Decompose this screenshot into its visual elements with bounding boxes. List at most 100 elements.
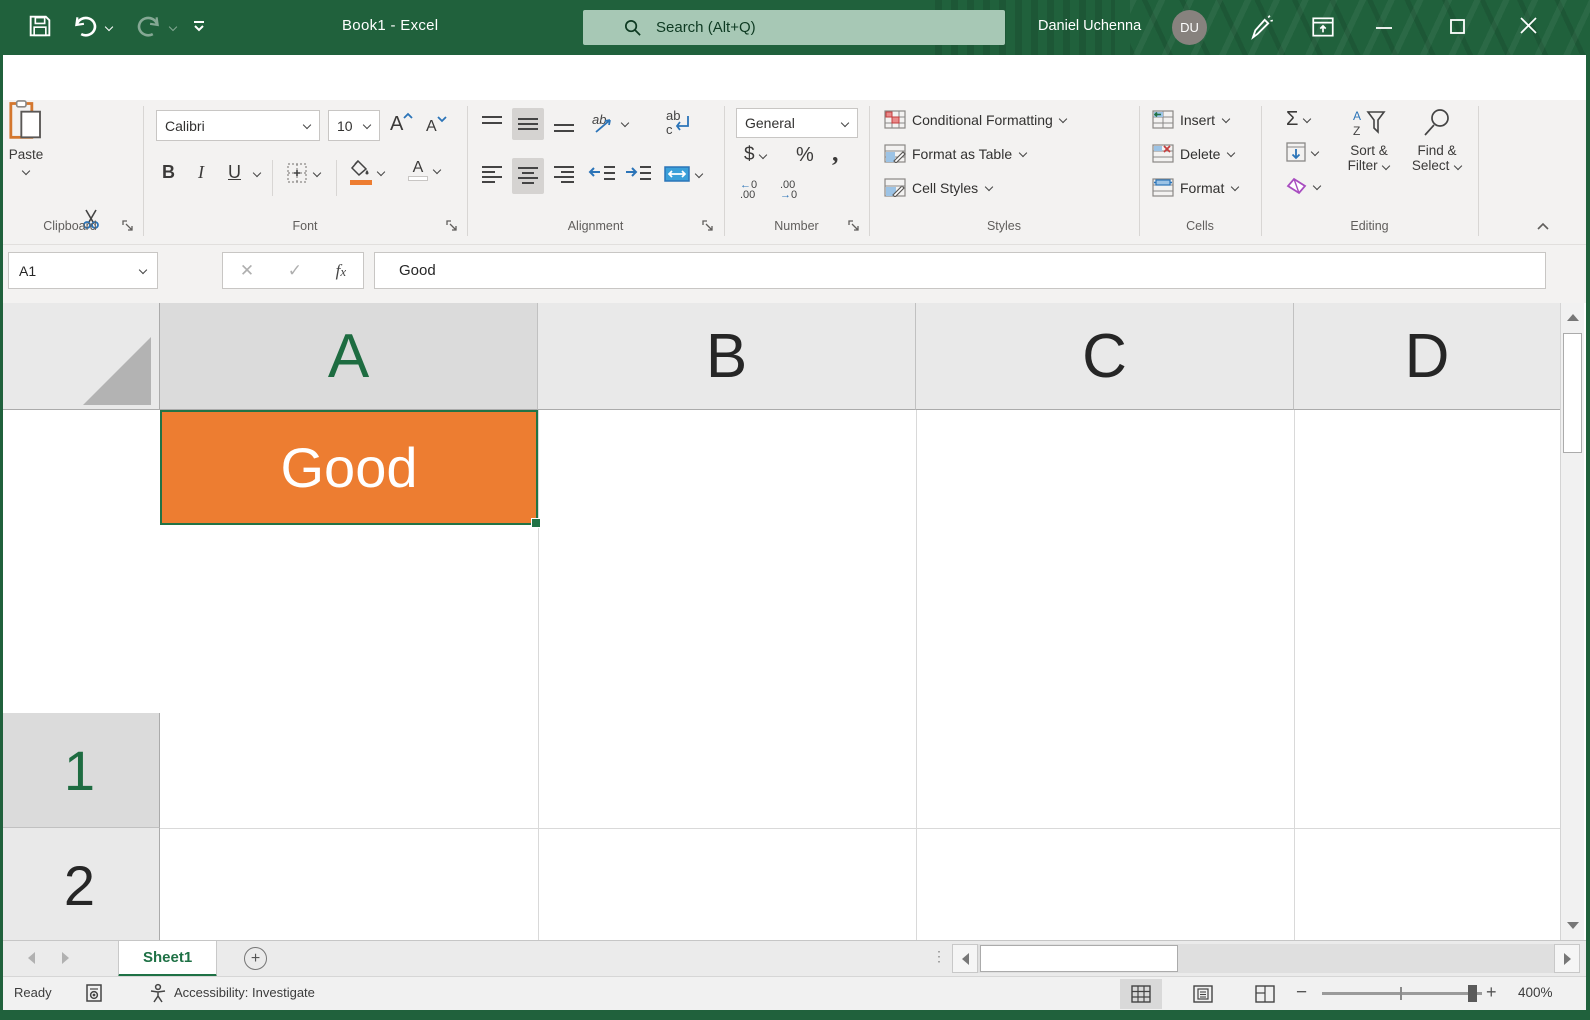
fill-button[interactable] bbox=[1286, 142, 1319, 162]
borders-button[interactable] bbox=[286, 162, 321, 184]
sheet-nav-next-button[interactable] bbox=[62, 952, 69, 964]
bold-button[interactable]: B bbox=[162, 162, 175, 183]
macro-record-button[interactable] bbox=[84, 983, 104, 1008]
font-name-combo[interactable]: Calibri bbox=[156, 110, 320, 141]
delete-cells-button[interactable]: Delete bbox=[1152, 144, 1235, 163]
decrease-indent-button[interactable] bbox=[588, 164, 616, 191]
user-name[interactable]: Daniel Uchenna bbox=[1038, 18, 1141, 34]
row-header-2[interactable]: 2 bbox=[0, 828, 160, 940]
column-header-a[interactable]: A bbox=[160, 303, 538, 410]
font-size-combo[interactable]: 10 bbox=[328, 110, 380, 141]
scroll-left-button[interactable] bbox=[952, 944, 978, 973]
increase-decimal-button[interactable]: ←0.00 bbox=[740, 180, 757, 200]
name-box[interactable]: A1 bbox=[8, 252, 158, 289]
underline-button[interactable]: U bbox=[228, 162, 241, 183]
scroll-down-button[interactable] bbox=[1562, 911, 1584, 939]
horizontal-scrollbar[interactable] bbox=[952, 944, 1580, 973]
decrease-font-size-button[interactable]: A bbox=[426, 115, 447, 136]
formula-input[interactable]: Good bbox=[374, 252, 1546, 289]
normal-view-button[interactable] bbox=[1120, 979, 1162, 1009]
font-color-dropdown[interactable] bbox=[432, 167, 441, 174]
select-all-button[interactable] bbox=[0, 303, 160, 410]
sort-filter-button[interactable]: A Z Sort & Filter bbox=[1338, 108, 1400, 173]
autosum-button[interactable]: Σ bbox=[1286, 108, 1311, 131]
conditional-formatting-button[interactable]: Conditional Formatting bbox=[884, 110, 1068, 129]
accessibility-button[interactable] bbox=[148, 983, 168, 1008]
alignment-dialog-launcher[interactable] bbox=[702, 220, 716, 234]
middle-align-button[interactable] bbox=[512, 108, 544, 140]
increase-indent-button[interactable] bbox=[624, 164, 652, 191]
zoom-slider-thumb[interactable] bbox=[1468, 985, 1477, 1002]
new-sheet-button[interactable]: + bbox=[244, 947, 267, 970]
orientation-dropdown[interactable] bbox=[620, 120, 629, 127]
cancel-icon[interactable]: ✕ bbox=[240, 261, 254, 281]
search-input[interactable]: Search (Alt+Q) bbox=[583, 10, 1005, 45]
cell-styles-button[interactable]: Cell Styles bbox=[884, 178, 993, 197]
find-select-button[interactable]: Find & Select bbox=[1406, 108, 1468, 173]
fill-dropdown[interactable] bbox=[1310, 149, 1319, 156]
page-break-preview-button[interactable] bbox=[1244, 979, 1286, 1009]
insert-cells-button[interactable]: Insert bbox=[1152, 110, 1230, 129]
zoom-in-button[interactable]: + bbox=[1486, 982, 1497, 1003]
increase-font-size-button[interactable]: A bbox=[390, 112, 413, 136]
inking-button[interactable] bbox=[1246, 14, 1274, 42]
scroll-right-button[interactable] bbox=[1554, 944, 1580, 973]
fill-color-dropdown[interactable] bbox=[376, 169, 385, 176]
underline-dropdown[interactable] bbox=[252, 170, 261, 177]
vertical-scrollbar[interactable] bbox=[1560, 303, 1584, 940]
cell-a1[interactable]: Good bbox=[160, 410, 538, 525]
horizontal-scroll-thumb[interactable] bbox=[980, 945, 1178, 972]
row-header-1[interactable]: 1 bbox=[0, 713, 160, 828]
insert-function-icon[interactable]: fx bbox=[336, 261, 347, 281]
ribbon-display-options-button[interactable] bbox=[1310, 14, 1336, 40]
italic-button[interactable]: I bbox=[198, 162, 204, 183]
scroll-up-button[interactable] bbox=[1562, 303, 1584, 331]
column-header-c[interactable]: C bbox=[916, 303, 1294, 410]
enter-icon[interactable]: ✓ bbox=[288, 261, 302, 281]
fill-handle[interactable] bbox=[531, 518, 541, 528]
accounting-format-button[interactable]: $ bbox=[744, 144, 768, 166]
merge-center-button[interactable] bbox=[664, 164, 703, 184]
clear-dropdown[interactable] bbox=[1312, 183, 1321, 190]
fill-color-button[interactable] bbox=[350, 160, 385, 185]
paste-dropdown[interactable] bbox=[22, 168, 31, 175]
number-format-combo[interactable]: General bbox=[736, 108, 858, 138]
bottom-align-button[interactable] bbox=[552, 116, 576, 139]
wrap-text-button[interactable]: ab c bbox=[664, 108, 694, 143]
zoom-slider-track[interactable] bbox=[1322, 992, 1482, 995]
collapse-ribbon-button[interactable] bbox=[1536, 218, 1550, 236]
format-as-table-button[interactable]: Format as Table bbox=[884, 144, 1027, 163]
format-cells-button[interactable]: Format bbox=[1152, 178, 1239, 197]
merge-center-dropdown[interactable] bbox=[694, 171, 703, 178]
paste-button[interactable]: Paste bbox=[0, 100, 52, 200]
borders-dropdown[interactable] bbox=[312, 170, 321, 177]
sheet-nav-prev-button[interactable] bbox=[28, 952, 35, 964]
zoom-out-button[interactable]: − bbox=[1296, 982, 1307, 1004]
font-dialog-launcher[interactable] bbox=[446, 220, 460, 234]
top-align-button[interactable] bbox=[480, 114, 504, 137]
align-left-button[interactable] bbox=[480, 164, 504, 191]
page-layout-view-button[interactable] bbox=[1182, 979, 1224, 1009]
comma-style-button[interactable]: , bbox=[832, 138, 839, 168]
decrease-decimal-button[interactable]: .00→0 bbox=[780, 180, 797, 200]
accounting-dropdown[interactable] bbox=[759, 152, 768, 159]
redo-dropdown[interactable] bbox=[168, 24, 177, 31]
close-button[interactable] bbox=[1520, 17, 1537, 34]
autosum-dropdown[interactable] bbox=[1302, 116, 1311, 123]
save-button[interactable] bbox=[26, 12, 54, 40]
customize-quick-access-toolbar-button[interactable] bbox=[190, 18, 208, 34]
orientation-button[interactable]: ab bbox=[590, 110, 629, 136]
avatar[interactable]: DU bbox=[1172, 10, 1207, 45]
zoom-level[interactable]: 400% bbox=[1518, 985, 1553, 1000]
maximize-button[interactable] bbox=[1450, 19, 1465, 34]
percent-style-button[interactable]: % bbox=[796, 144, 814, 167]
clear-button[interactable] bbox=[1286, 176, 1321, 196]
undo-button[interactable] bbox=[72, 13, 98, 39]
align-right-button[interactable] bbox=[552, 164, 576, 191]
sheet-tab-sheet1[interactable]: Sheet1 bbox=[118, 941, 217, 977]
vertical-scroll-thumb[interactable] bbox=[1563, 333, 1582, 453]
redo-button[interactable] bbox=[136, 13, 162, 39]
center-button[interactable] bbox=[512, 158, 544, 194]
minimize-button[interactable] bbox=[1376, 26, 1392, 30]
name-box-dropdown[interactable] bbox=[138, 267, 147, 274]
